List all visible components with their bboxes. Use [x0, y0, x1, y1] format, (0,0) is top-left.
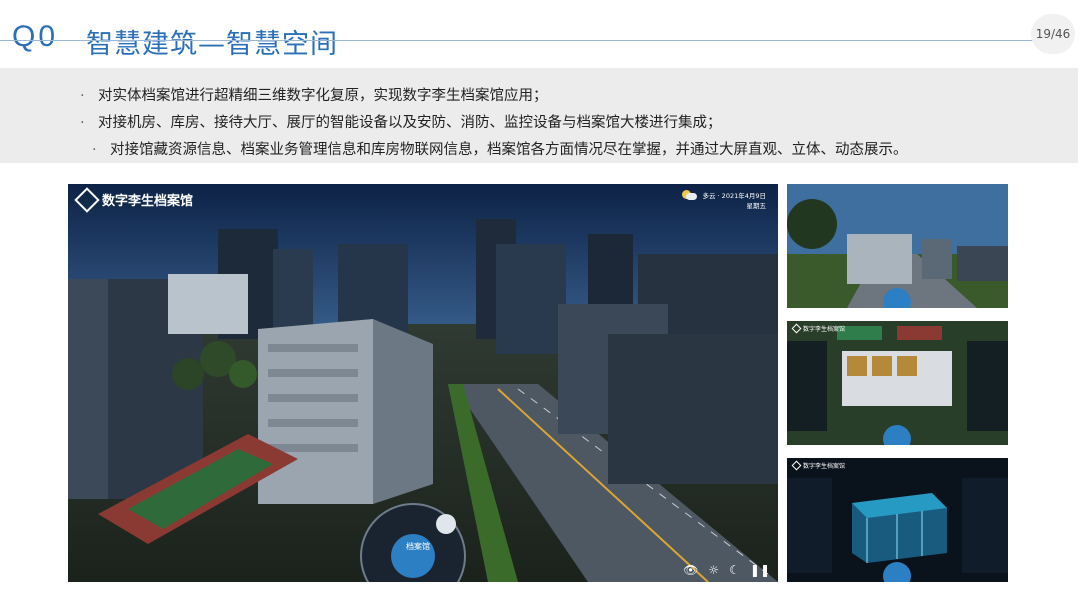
pause-icon[interactable]: ❚❚ — [750, 563, 770, 577]
view-controls: 👁 ☼ ☾ ❚❚ — [683, 563, 770, 577]
main-3d-screenshot: 数字李生档案馆 多云 · 2021年4月9日 星期五 档案馆 👁 ☼ ☾ ❚❚ — [68, 184, 778, 582]
bullet-text: 对接馆藏资源信息、档案业务管理信息和库房物联网信息，档案馆各方面情况尽在掌握，并… — [110, 142, 908, 158]
bullet-panel: · 对实体档案馆进行超精细三维数字化复原，实现数字李生档案馆应用； · 对接机房、库… — [0, 68, 1078, 163]
section-code: Q0 — [12, 20, 59, 53]
app-logo-icon — [791, 460, 802, 471]
street-view-scene — [787, 184, 1008, 308]
app-title-text: 数字李生档案馆 — [102, 194, 194, 209]
bullet-text: 对实体档案馆进行超精细三维数字化复原，实现数字李生档案馆应用； — [98, 88, 548, 104]
mini-app-title-text: 数字李生档案馆 — [803, 463, 846, 470]
title-divider — [0, 40, 1040, 41]
app-logo-icon — [791, 323, 802, 334]
app-logo-icon — [74, 186, 100, 213]
weather-weekday: 星期五 — [746, 202, 767, 210]
weather-widget: 多云 · 2021年4月9日 星期五 — [682, 190, 766, 210]
bullet-item: · 对接机房、库房、接待大厅、展厅的智能设备以及安防、消防、监控设备与档案馆大楼进… — [80, 111, 722, 132]
eye-icon[interactable]: 👁 — [683, 563, 698, 577]
page-number-badge: 19/46 — [1031, 14, 1075, 54]
city-scene — [68, 184, 778, 582]
moon-icon[interactable]: ☾ — [729, 563, 740, 577]
bullet-marker: · — [80, 115, 85, 131]
building-xray-scene — [787, 458, 1008, 582]
mini-app-title: 数字李生档案馆 — [791, 460, 846, 471]
bullet-item: · 对接馆藏资源信息、档案业务管理信息和库房物联网信息，档案馆各方面情况尽在掌握，… — [92, 138, 908, 159]
mini-app-title: 数字李生档案馆 — [791, 323, 846, 334]
page-title: 智慧建筑—智慧空间 — [86, 29, 338, 60]
weather-date: 多云 · 2021年4月9日 — [702, 192, 766, 200]
mini-app-title-text: 数字李生档案馆 — [803, 326, 846, 333]
bullet-text: 对接机房、库房、接待大厅、展厅的智能设备以及安防、消防、监控设备与档案馆大楼进行… — [98, 115, 722, 131]
thumbnail-building-xray: 数字李生档案馆 — [787, 458, 1008, 582]
thumbnail-street-view — [787, 184, 1008, 308]
slide: Q0 智慧建筑—智慧空间 19/46 · 对实体档案馆进行超精细三维数字化复原，实… — [0, 0, 1080, 607]
radial-menu-label[interactable]: 档案馆 — [406, 541, 430, 552]
sun-icon[interactable]: ☼ — [708, 563, 719, 577]
floor-plan-scene — [787, 321, 1008, 445]
partly-cloudy-icon — [682, 190, 698, 200]
bullet-marker: · — [80, 88, 85, 104]
bullet-marker: · — [92, 142, 97, 158]
app-title: 数字李生档案馆 — [74, 186, 194, 213]
thumbnail-floor-plan: 数字李生档案馆 — [787, 321, 1008, 445]
bullet-item: · 对实体档案馆进行超精细三维数字化复原，实现数字李生档案馆应用； — [80, 84, 548, 105]
